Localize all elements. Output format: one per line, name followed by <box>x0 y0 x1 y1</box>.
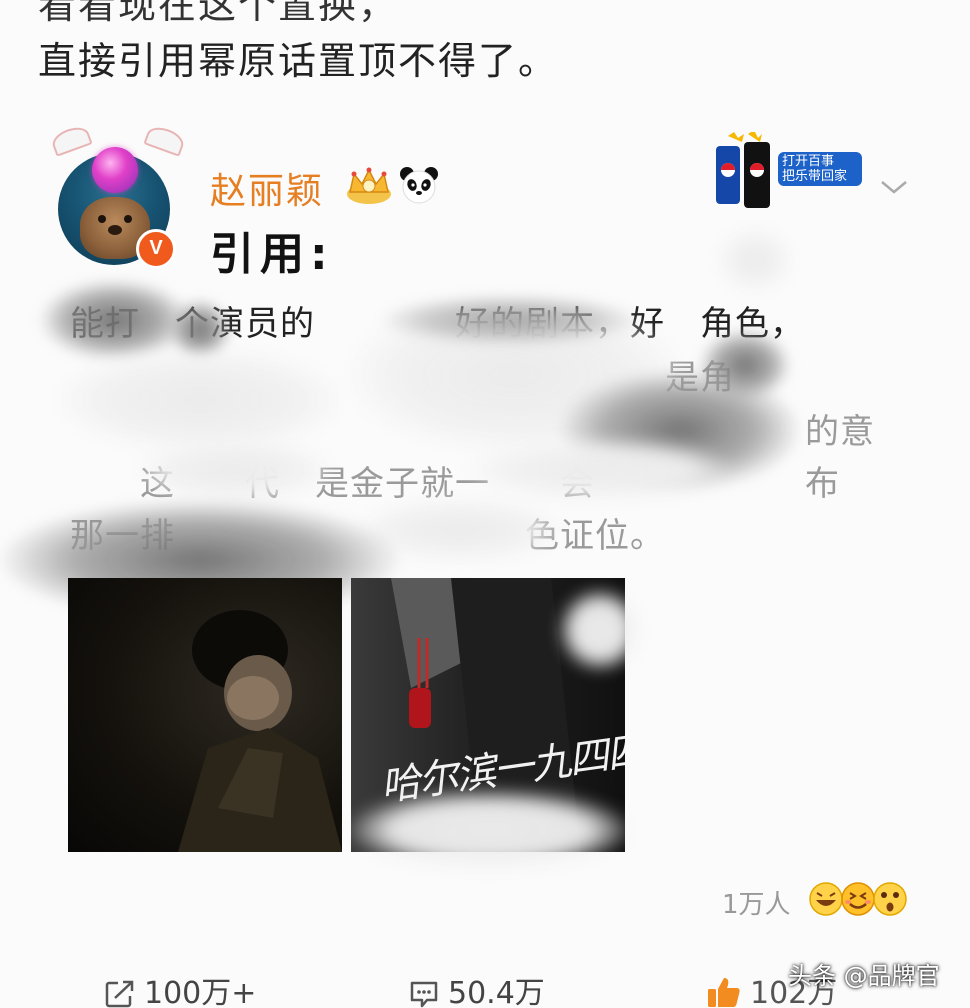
crown-icon <box>347 167 391 204</box>
thumbs-up-icon <box>708 978 740 1007</box>
laughing-face-icon <box>809 882 843 916</box>
pepsi-can-icon <box>716 130 770 208</box>
comment-button[interactable]: 50.4万 <box>408 968 545 1008</box>
caption-line-1: 看看现在这个置换， <box>38 0 399 27</box>
surprised-face-icon <box>873 882 907 916</box>
weibo-screenshot: 看看现在这个置换， 直接引用幂原话置顶不得了。 V 赵丽颖 引用: 打开百事 把… <box>0 0 970 1008</box>
share-icon <box>105 980 134 1008</box>
avatar[interactable]: V <box>49 123 187 269</box>
reaction-emojis[interactable] <box>808 880 908 918</box>
bunny-ear-icon <box>49 123 93 157</box>
comment-icon <box>410 981 438 1008</box>
reaction-count: 1万人 <box>722 890 791 920</box>
ad-slogan-line-1: 打开百事 <box>782 154 835 169</box>
ad-slogan-line-2: 把乐带回家 <box>782 169 848 184</box>
verified-badge: V <box>136 229 176 269</box>
redaction-smudge <box>40 280 190 360</box>
bunny-ear-icon <box>143 123 187 157</box>
chevron-down-icon[interactable] <box>878 176 910 198</box>
ad-slogan: 打开百事 把乐带回家 <box>778 152 862 186</box>
share-button[interactable]: 100万+ <box>104 968 256 1008</box>
redaction-smudge <box>380 295 640 345</box>
redaction-smudge <box>720 230 790 290</box>
watermark: 头条 @品牌官 <box>788 962 940 990</box>
grinning-squint-icon <box>841 882 875 916</box>
man-portrait-image <box>178 610 342 852</box>
ad-badge[interactable]: 打开百事 把乐带回家 <box>712 130 862 210</box>
redaction-smudge <box>60 350 340 450</box>
redaction-smudge <box>560 590 640 670</box>
quote-label: 引用: <box>210 229 334 280</box>
orb-icon <box>92 147 138 193</box>
redaction-smudge <box>350 790 630 870</box>
comment-count: 50.4万 <box>448 976 545 1008</box>
username[interactable]: 赵丽颖 <box>210 162 324 214</box>
redaction-smudge <box>470 440 730 500</box>
redaction-smudge <box>140 440 330 500</box>
share-count: 100万+ <box>144 976 257 1008</box>
caption-line-2: 直接引用幂原话置顶不得了。 <box>38 39 559 83</box>
otter-nose <box>108 225 122 235</box>
panda-icon <box>400 167 438 204</box>
post-image-1[interactable] <box>68 578 342 852</box>
